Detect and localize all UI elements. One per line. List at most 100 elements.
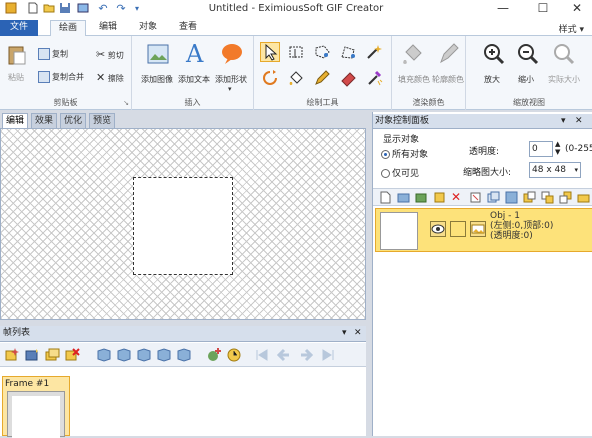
tab-view[interactable]: 查看 — [170, 20, 206, 36]
next-frame-icon[interactable] — [298, 347, 314, 363]
object-panel-dropdown-icon[interactable]: ▾ — [561, 114, 566, 128]
group-clipboard: 粘贴 复制 复制合并 ✂ 剪切 ✕ 擦除 剪贴板 ↘ — [0, 36, 132, 110]
opacity-input[interactable]: 0 — [529, 141, 553, 157]
object-props-icon[interactable] — [433, 191, 446, 204]
group-zoom-name: 缩放视图 — [513, 98, 545, 107]
object-position: (左侧:0,顶部:0) — [490, 221, 554, 231]
tab-file[interactable]: 文件 — [0, 20, 38, 36]
paste-button[interactable]: 粘贴 — [8, 72, 24, 83]
tab-paint[interactable]: 绘画 — [50, 20, 86, 37]
group-fill-color-name: 渲染颜色 — [412, 98, 445, 107]
copy-icon — [38, 48, 50, 60]
paste-icon[interactable] — [6, 44, 28, 66]
add-image-icon[interactable] — [146, 42, 170, 66]
tab-edit[interactable]: 编辑 — [90, 20, 126, 36]
zoom-in-button[interactable]: 放大 — [484, 74, 500, 85]
close-button[interactable]: ✕ — [562, 0, 592, 18]
polygon-select-icon[interactable] — [338, 42, 358, 62]
actual-size-icon[interactable] — [552, 42, 576, 66]
all-objects-radio[interactable]: 所有对象 — [381, 147, 428, 160]
tab-object[interactable]: 对象 — [130, 20, 166, 36]
add-image-button[interactable]: 添加图像 — [141, 74, 173, 85]
add-object-icon[interactable] — [415, 191, 428, 204]
zoom-out-button[interactable]: 缩小 — [518, 74, 534, 85]
actual-size-button[interactable]: 实际大小 — [548, 74, 580, 85]
edit-canvas[interactable] — [0, 128, 366, 320]
insert-frame-icon[interactable] — [24, 347, 40, 363]
fill-color-button[interactable]: 填充颜色 — [398, 74, 430, 85]
crop-tool-icon[interactable] — [286, 42, 306, 62]
zoom-in-icon[interactable] — [482, 42, 506, 66]
radio-icon — [381, 169, 390, 178]
move-first-icon[interactable] — [96, 347, 112, 363]
dialog-launcher-icon[interactable]: ↘ — [123, 99, 129, 107]
object-panel-close-icon[interactable]: ✕ — [575, 114, 583, 128]
add-text-button[interactable]: 添加文本 — [178, 74, 210, 85]
send-back-icon[interactable] — [559, 191, 572, 204]
align-object-icon[interactable] — [577, 191, 590, 204]
layer-up-icon[interactable] — [505, 191, 518, 204]
copy-object-icon[interactable] — [487, 191, 500, 204]
maximize-button[interactable]: ☐ — [528, 0, 558, 18]
erase-button[interactable]: ✕ 擦除 — [96, 71, 124, 84]
tab-optimize[interactable]: 优化 — [60, 113, 87, 128]
minimize-button[interactable]: — — [488, 0, 518, 18]
delete-object-icon[interactable]: ✕ — [451, 191, 464, 204]
last-frame-icon[interactable] — [320, 347, 336, 363]
copy-merge-button[interactable]: 复制合并 — [38, 71, 84, 83]
outline-color-icon[interactable] — [436, 42, 460, 66]
add-from-file-icon[interactable] — [206, 347, 222, 363]
object-control-panel: 对象控制面板 ▾ ✕ 显示对象 所有对象 仅可见 透明度: 0 ▲ ▼ (0-25… — [372, 112, 592, 436]
rotate-tool-icon[interactable] — [260, 68, 280, 88]
eraser-tool-icon[interactable] — [338, 68, 358, 88]
chevron-down-icon: ▾ — [574, 166, 578, 174]
move-prev-icon[interactable] — [116, 347, 132, 363]
image-frame-area[interactable] — [133, 177, 233, 275]
zoom-out-icon[interactable] — [516, 42, 540, 66]
lock-toggle-icon[interactable] — [450, 221, 466, 237]
panel-pin-dropdown-icon[interactable]: ▾ — [342, 326, 347, 341]
frame-list-panel: 帧列表 ▾ ✕ Frame #1 — [0, 326, 366, 438]
add-shape-button[interactable]: 添加形状 — [215, 74, 247, 85]
bring-front-icon[interactable] — [541, 191, 554, 204]
import-object-icon[interactable] — [397, 191, 410, 204]
add-shape-dropdown-icon[interactable]: ▾ — [228, 85, 232, 93]
fill-color-icon[interactable] — [400, 42, 424, 66]
visible-only-label: 仅可见 — [392, 169, 420, 179]
tab-effects[interactable]: 效果 — [31, 113, 58, 128]
outline-color-button[interactable]: 轮廓颜色 — [432, 74, 464, 85]
frame-item[interactable]: Frame #1 — [2, 376, 70, 438]
cut-object-icon[interactable] — [469, 191, 482, 204]
tab-preview[interactable]: 预览 — [89, 113, 116, 128]
document-tabs: 编辑 效果 优化 预览 — [0, 112, 366, 128]
magic-wand-icon[interactable] — [364, 42, 384, 62]
color-picker-icon[interactable] — [364, 68, 384, 88]
copy-button[interactable]: 复制 — [38, 48, 68, 60]
add-shape-icon[interactable] — [220, 42, 244, 66]
object-list-item[interactable]: Obj - 1 (左侧:0,顶部:0) (透明度:0) — [375, 208, 592, 252]
first-frame-icon[interactable] — [254, 347, 270, 363]
duplicate-frame-icon[interactable] — [44, 347, 60, 363]
tab-edit-view[interactable]: 编辑 — [2, 113, 29, 128]
prev-frame-icon[interactable] — [276, 347, 292, 363]
cut-button[interactable]: ✂ 剪切 — [96, 48, 124, 61]
opacity-spinner[interactable]: ▲ ▼ — [555, 140, 560, 156]
fill-bucket-icon[interactable] — [286, 68, 306, 88]
delete-frame-icon[interactable] — [64, 347, 80, 363]
pencil-tool-icon[interactable] — [312, 68, 332, 88]
layer-down-icon[interactable] — [523, 191, 536, 204]
thumb-size-select[interactable]: 48 x 48 ▾ — [529, 162, 581, 178]
visible-only-radio[interactable]: 仅可见 — [381, 166, 419, 179]
move-next-icon[interactable] — [136, 347, 152, 363]
move-last-icon[interactable] — [156, 347, 172, 363]
reverse-frames-icon[interactable] — [176, 347, 192, 363]
frame-delay-icon[interactable] — [226, 347, 242, 363]
add-frame-icon[interactable] — [4, 347, 20, 363]
visibility-eye-icon[interactable] — [430, 221, 446, 237]
panel-close-icon[interactable]: ✕ — [354, 326, 362, 341]
style-menu[interactable]: 样式 ▾ — [559, 22, 584, 35]
new-object-icon[interactable] — [379, 191, 392, 204]
add-text-icon[interactable]: A — [184, 40, 208, 68]
lasso-tool-icon[interactable] — [312, 42, 332, 62]
select-tool-icon[interactable] — [260, 42, 280, 62]
